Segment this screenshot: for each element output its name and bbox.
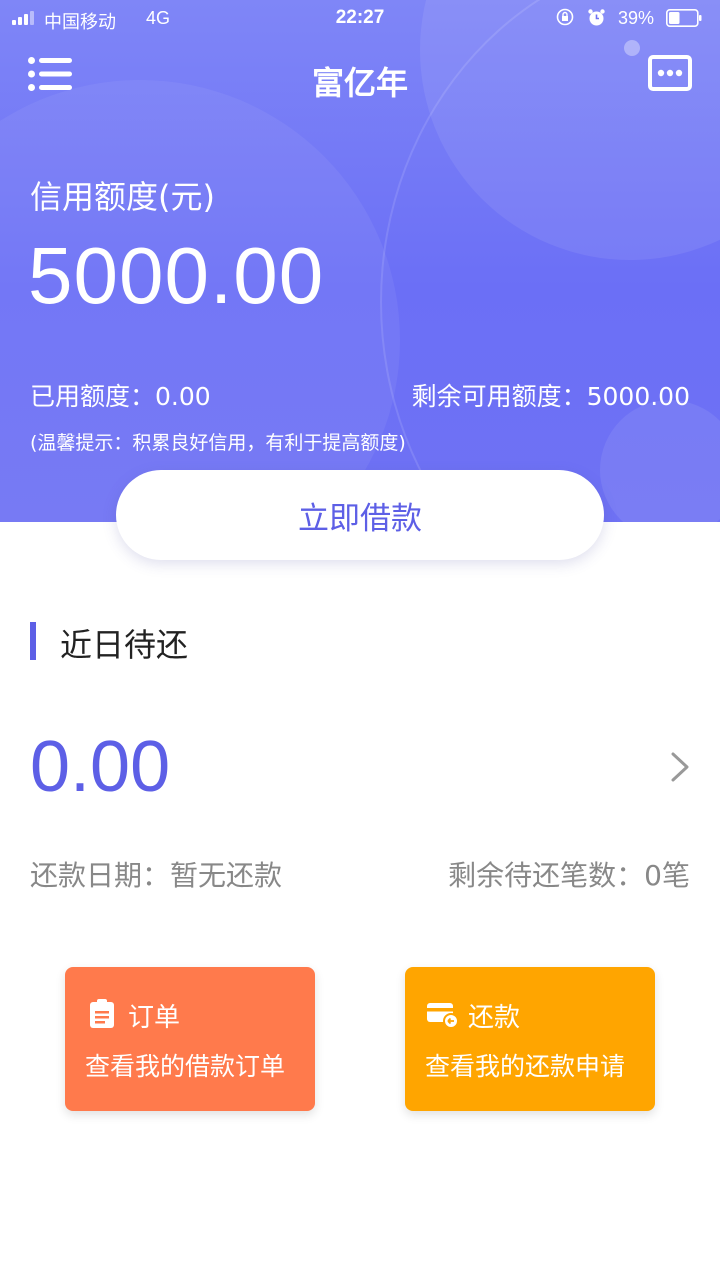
card-refund-icon bbox=[427, 1003, 457, 1029]
app-title: 富亿年 bbox=[311, 64, 408, 102]
repay-card-title: 还款 bbox=[468, 1003, 521, 1033]
section-title-recent-due: 近日待还 bbox=[60, 626, 189, 664]
message-more-icon[interactable] bbox=[648, 55, 692, 91]
battery-percent: 39% bbox=[618, 8, 655, 28]
remaining-credit: 剩余可用额度：5000.00 bbox=[411, 382, 690, 411]
orders-card[interactable]: 订单 查看我的借款订单 bbox=[65, 967, 315, 1111]
remaining-repayments: 剩余待还笔数：0笔 bbox=[448, 859, 690, 892]
orientation-lock-icon bbox=[556, 8, 574, 26]
borrow-now-button[interactable]: 立即借款 bbox=[116, 470, 604, 560]
orders-card-title: 订单 bbox=[128, 1003, 181, 1033]
clipboard-icon bbox=[90, 999, 114, 1028]
credit-hero: 中国移动 4G 22:27 39% 富亿年 信用额度(元) 5000.00 已用… bbox=[0, 0, 720, 522]
credit-limit-value: 5000.00 bbox=[28, 231, 325, 320]
credit-limit-label: 信用额度(元) bbox=[30, 178, 215, 216]
orders-card-desc: 查看我的借款订单 bbox=[85, 1052, 286, 1081]
section-accent-bar bbox=[30, 622, 36, 660]
status-bar: 中国移动 4G 22:27 39% bbox=[0, 0, 720, 38]
repay-card[interactable]: 还款 查看我的还款申请 bbox=[405, 967, 655, 1111]
alarm-icon bbox=[588, 9, 605, 26]
chevron-right-icon[interactable] bbox=[668, 750, 692, 784]
repay-card-desc: 查看我的还款申请 bbox=[425, 1052, 626, 1081]
due-amount[interactable]: 0.00 bbox=[30, 726, 170, 808]
battery-icon bbox=[666, 9, 702, 27]
used-credit: 已用额度：0.00 bbox=[30, 382, 211, 411]
repayment-date: 还款日期：暂无还款 bbox=[30, 859, 283, 892]
hero-decoration bbox=[624, 40, 640, 56]
status-time: 22:27 bbox=[335, 7, 385, 28]
credit-tip: (温馨提示：积累良好信用，有利于提高额度) bbox=[30, 432, 406, 454]
